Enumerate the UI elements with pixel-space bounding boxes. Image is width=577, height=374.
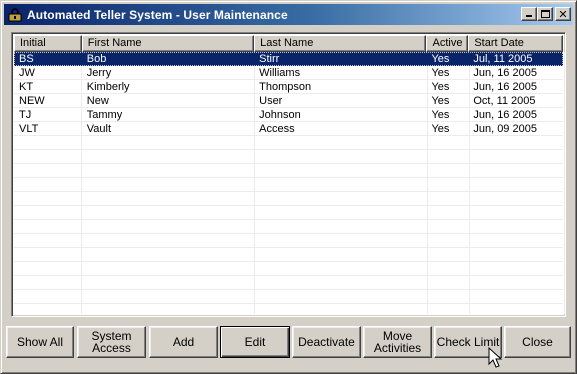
cell-initial: BS [19,53,34,65]
grid-line [14,303,563,304]
close-label: Close [522,335,553,349]
table-row[interactable]: BS Bob Stirr Yes Jul, 11 2005 [14,52,563,66]
cell-last-name: Williams [259,67,301,79]
cell-first-name: New [86,95,109,107]
edit-label: Edit [244,335,266,349]
grid-line [14,177,563,178]
grid-line [14,205,563,206]
grid-line [14,233,563,234]
column-header-start-date[interactable]: Start Date [468,35,563,52]
cell-initial: KT [19,81,34,93]
cell-first-name: Vault [86,123,112,135]
minimize-icon[interactable] [521,7,537,21]
move-activities-line2: Activities [373,341,422,355]
cell-active: Yes [431,67,450,79]
table-row[interactable]: VLT Vault Access Yes Jun, 09 2005 [14,122,563,136]
show-all-label: Show All [16,335,64,349]
cell-last-name: Thompson [259,81,312,93]
title-bar[interactable]: Automated Teller System - User Maintenan… [4,4,573,25]
maximize-icon[interactable] [537,7,553,21]
deactivate-button[interactable]: Deactivate [292,326,361,358]
grid-line [14,149,563,150]
users-list[interactable]: Initial First Name Last Name Active Star… [11,32,566,317]
table-row[interactable]: NEW New User Yes Oct, 11 2005 [14,94,563,108]
cell-first-name: Kimberly [86,81,130,93]
list-header: Initial First Name Last Name Active Star… [14,35,563,52]
cell-start-date: Jun, 16 2005 [473,109,537,121]
cell-last-name: Stirr [259,53,280,65]
cell-last-name: User [259,95,283,107]
cell-first-name: Tammy [86,109,123,121]
cell-first-name: Bob [86,53,107,65]
grid-line [14,261,563,262]
cell-start-date: Jun, 16 2005 [473,67,537,79]
cell-first-name: Jerry [86,67,112,79]
grid-line [14,289,563,290]
table-row[interactable]: TJ Tammy Johnson Yes Jun, 16 2005 [14,108,563,122]
cell-start-date: Oct, 11 2005 [473,95,536,107]
grid-line [14,191,563,192]
show-all-button[interactable]: Show All [6,326,74,358]
cell-last-name: Johnson [259,109,301,121]
cell-last-name: Access [259,123,295,135]
cell-active: Yes [431,109,450,121]
cell-start-date: Jun, 16 2005 [473,81,537,93]
cell-active: Yes [431,95,450,107]
move-activities-button[interactable]: Move Activities [363,326,432,358]
button-bar: Show All System Access Add Edit Deactiva… [6,326,571,358]
table-row[interactable]: JW Jerry Williams Yes Jun, 16 2005 [14,66,563,80]
close-icon[interactable]: ✕ [555,7,571,21]
column-header-first-name[interactable]: First Name [81,35,255,52]
cell-start-date: Jun, 09 2005 [473,123,537,135]
add-button[interactable]: Add [149,326,218,358]
grid-line [14,247,563,248]
cell-start-date: Jul, 11 2005 [473,53,533,65]
grid-line [14,275,563,276]
system-access-label: System Access [91,330,131,354]
add-label: Add [172,335,195,349]
check-limit-label: Check Limit [436,335,500,349]
cell-active: Yes [431,53,450,65]
cell-initial: NEW [19,95,45,107]
column-header-active[interactable]: Active [426,35,469,52]
deactivate-label: Deactivate [298,335,355,349]
window-title: Automated Teller System - User Maintenan… [27,7,288,22]
close-button[interactable]: Close [504,326,571,358]
move-activities-label: Move Activities [374,330,421,354]
table-row[interactable]: KT Kimberly Thompson Yes Jun, 16 2005 [14,80,563,94]
column-header-last-name[interactable]: Last Name [254,35,427,52]
cell-initial: VLT [19,123,39,135]
column-header-initial[interactable]: Initial [14,35,82,52]
app-icon [7,7,23,23]
system-access-button[interactable]: System Access [77,326,146,358]
title-buttons: ✕ [521,7,571,21]
user-maintenance-window: Automated Teller System - User Maintenan… [0,0,577,374]
check-limit-button[interactable]: Check Limit [434,326,502,358]
grid-line [14,219,563,220]
list-body: BS Bob Stirr Yes Jul, 11 2005 JW Jerry W… [14,52,565,314]
cell-active: Yes [431,123,450,135]
system-access-line2: Access [92,341,131,355]
cell-initial: JW [19,67,35,79]
cell-initial: TJ [19,109,32,121]
grid-line [14,163,563,164]
grid-divider [564,52,565,314]
cell-active: Yes [431,81,450,93]
edit-button[interactable]: Edit [220,326,290,358]
